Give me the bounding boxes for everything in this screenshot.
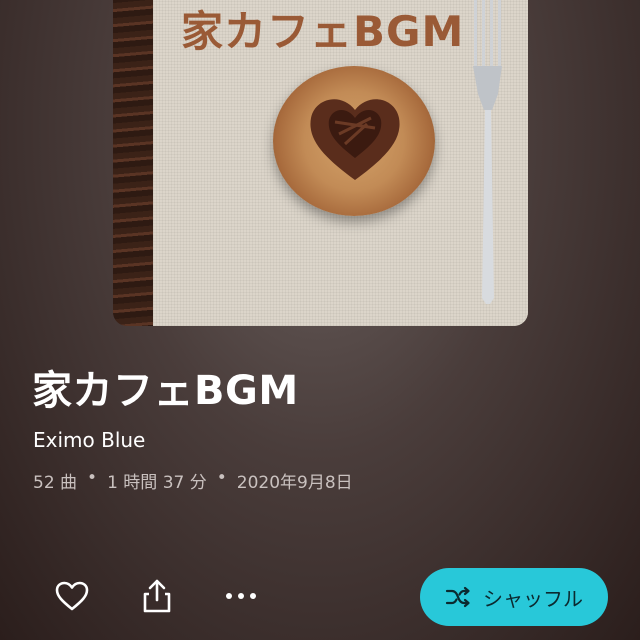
meta-separator: • bbox=[216, 468, 227, 488]
share-button[interactable] bbox=[133, 572, 181, 620]
artist-name[interactable]: Eximo Blue bbox=[33, 428, 145, 452]
artwork-cover-text: 家カフェBGM bbox=[181, 7, 465, 56]
shuffle-label: シャッフル bbox=[483, 586, 583, 611]
shuffle-icon bbox=[445, 586, 470, 608]
more-options-button[interactable] bbox=[217, 572, 265, 620]
track-count: 52 曲 bbox=[33, 473, 78, 493]
artwork-fork bbox=[473, 0, 502, 304]
artwork-heart-cake bbox=[310, 99, 400, 180]
album-title: 家カフェBGM bbox=[32, 368, 299, 414]
share-icon bbox=[143, 579, 171, 613]
album-meta: 52 曲 • 1 時間 37 分 • 2020年9月8日 bbox=[33, 468, 353, 493]
heart-outline-icon bbox=[55, 581, 89, 611]
release-date: 2020年9月8日 bbox=[236, 473, 353, 493]
meta-separator: • bbox=[87, 468, 98, 488]
more-horizontal-icon bbox=[226, 593, 256, 599]
favorite-button[interactable] bbox=[48, 572, 96, 620]
shuffle-button[interactable]: シャッフル bbox=[420, 568, 608, 626]
album-artwork[interactable]: 家カフェBGM bbox=[113, 0, 528, 326]
album-duration: 1 時間 37 分 bbox=[107, 473, 207, 493]
